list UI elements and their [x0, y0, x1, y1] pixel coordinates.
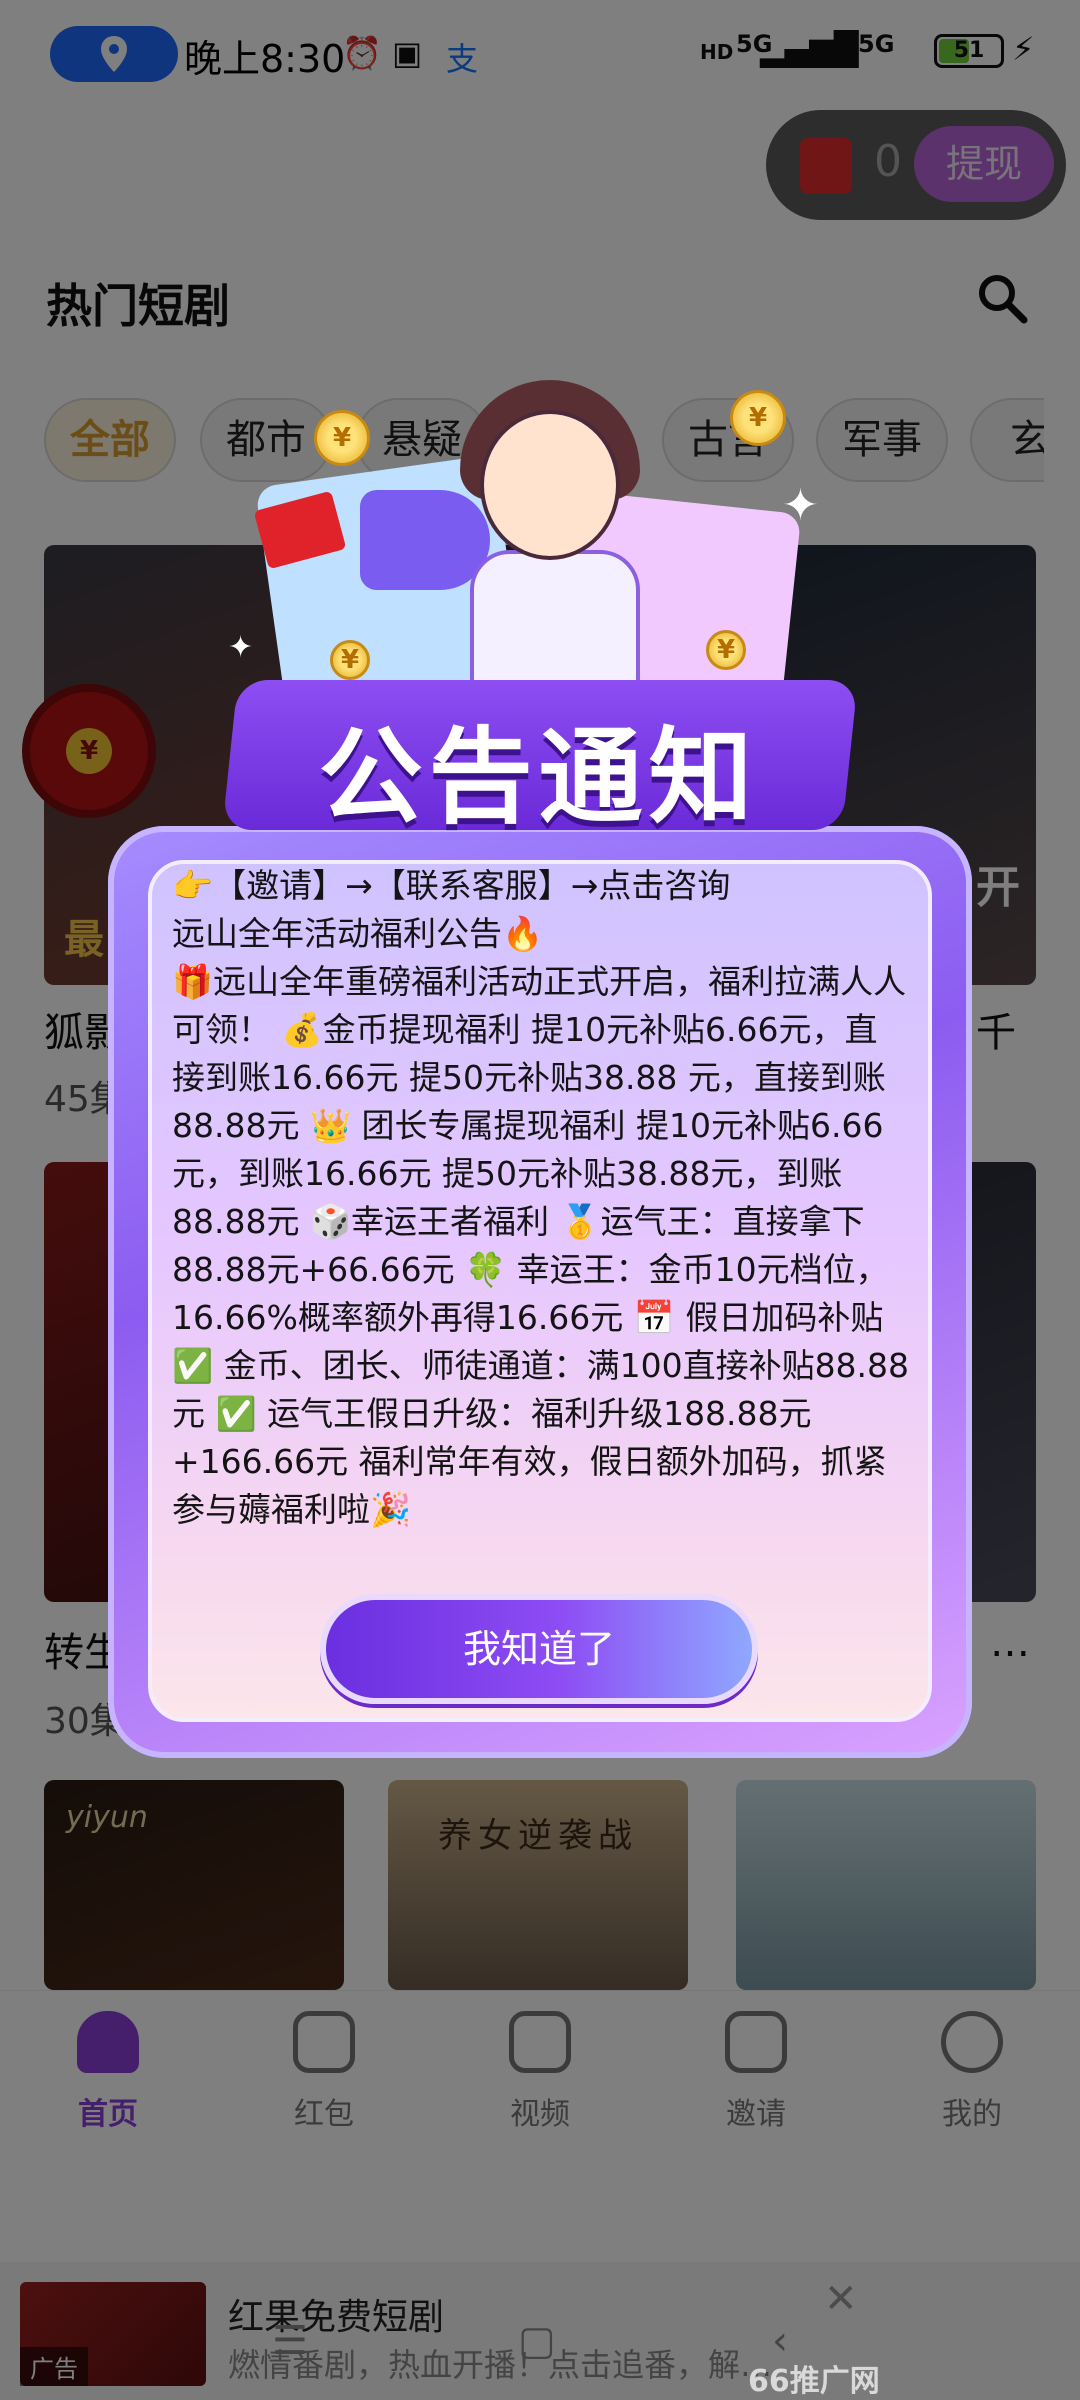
megaphone-icon	[360, 490, 490, 590]
notice-banner: ¥ ¥ ¥ ¥ ✦ ✦ 公告通知	[222, 380, 858, 840]
notice-content: 👉【邀请】→【联系客服】→点击咨询 远山全年活动福利公告🔥 🎁远山全年重磅福利活…	[172, 862, 910, 1562]
gold-coin-icon: ¥	[314, 410, 370, 466]
gold-coin-icon: ¥	[706, 630, 746, 670]
notice-line-invite: 👉【邀请】→【联系客服】→点击咨询	[172, 866, 731, 905]
notice-line-body: 🎁远山全年重磅福利活动正式开启，福利拉满人人可领！ 💰金币提现福利 提10元补贴…	[172, 962, 910, 1529]
gold-coin-icon: ¥	[730, 390, 786, 446]
home-nav-icon[interactable]: ▢	[518, 2318, 556, 2364]
sparkle-icon: ✦	[228, 630, 254, 665]
notice-title: 公告通知	[318, 716, 759, 838]
acknowledge-button[interactable]: 我知道了	[320, 1594, 758, 1704]
mascot-face	[480, 410, 620, 560]
mascot-body	[470, 550, 640, 700]
notice-line-heading: 远山全年活动福利公告🔥	[172, 914, 544, 953]
gold-coin-icon: ¥	[330, 640, 370, 680]
notice-banner-title: 公告通知	[222, 680, 858, 838]
recent-apps-icon[interactable]: ☰	[272, 2318, 308, 2364]
watermark: 66推广网www.66tgw.com	[748, 2364, 880, 2399]
sparkle-icon: ✦	[782, 480, 819, 531]
